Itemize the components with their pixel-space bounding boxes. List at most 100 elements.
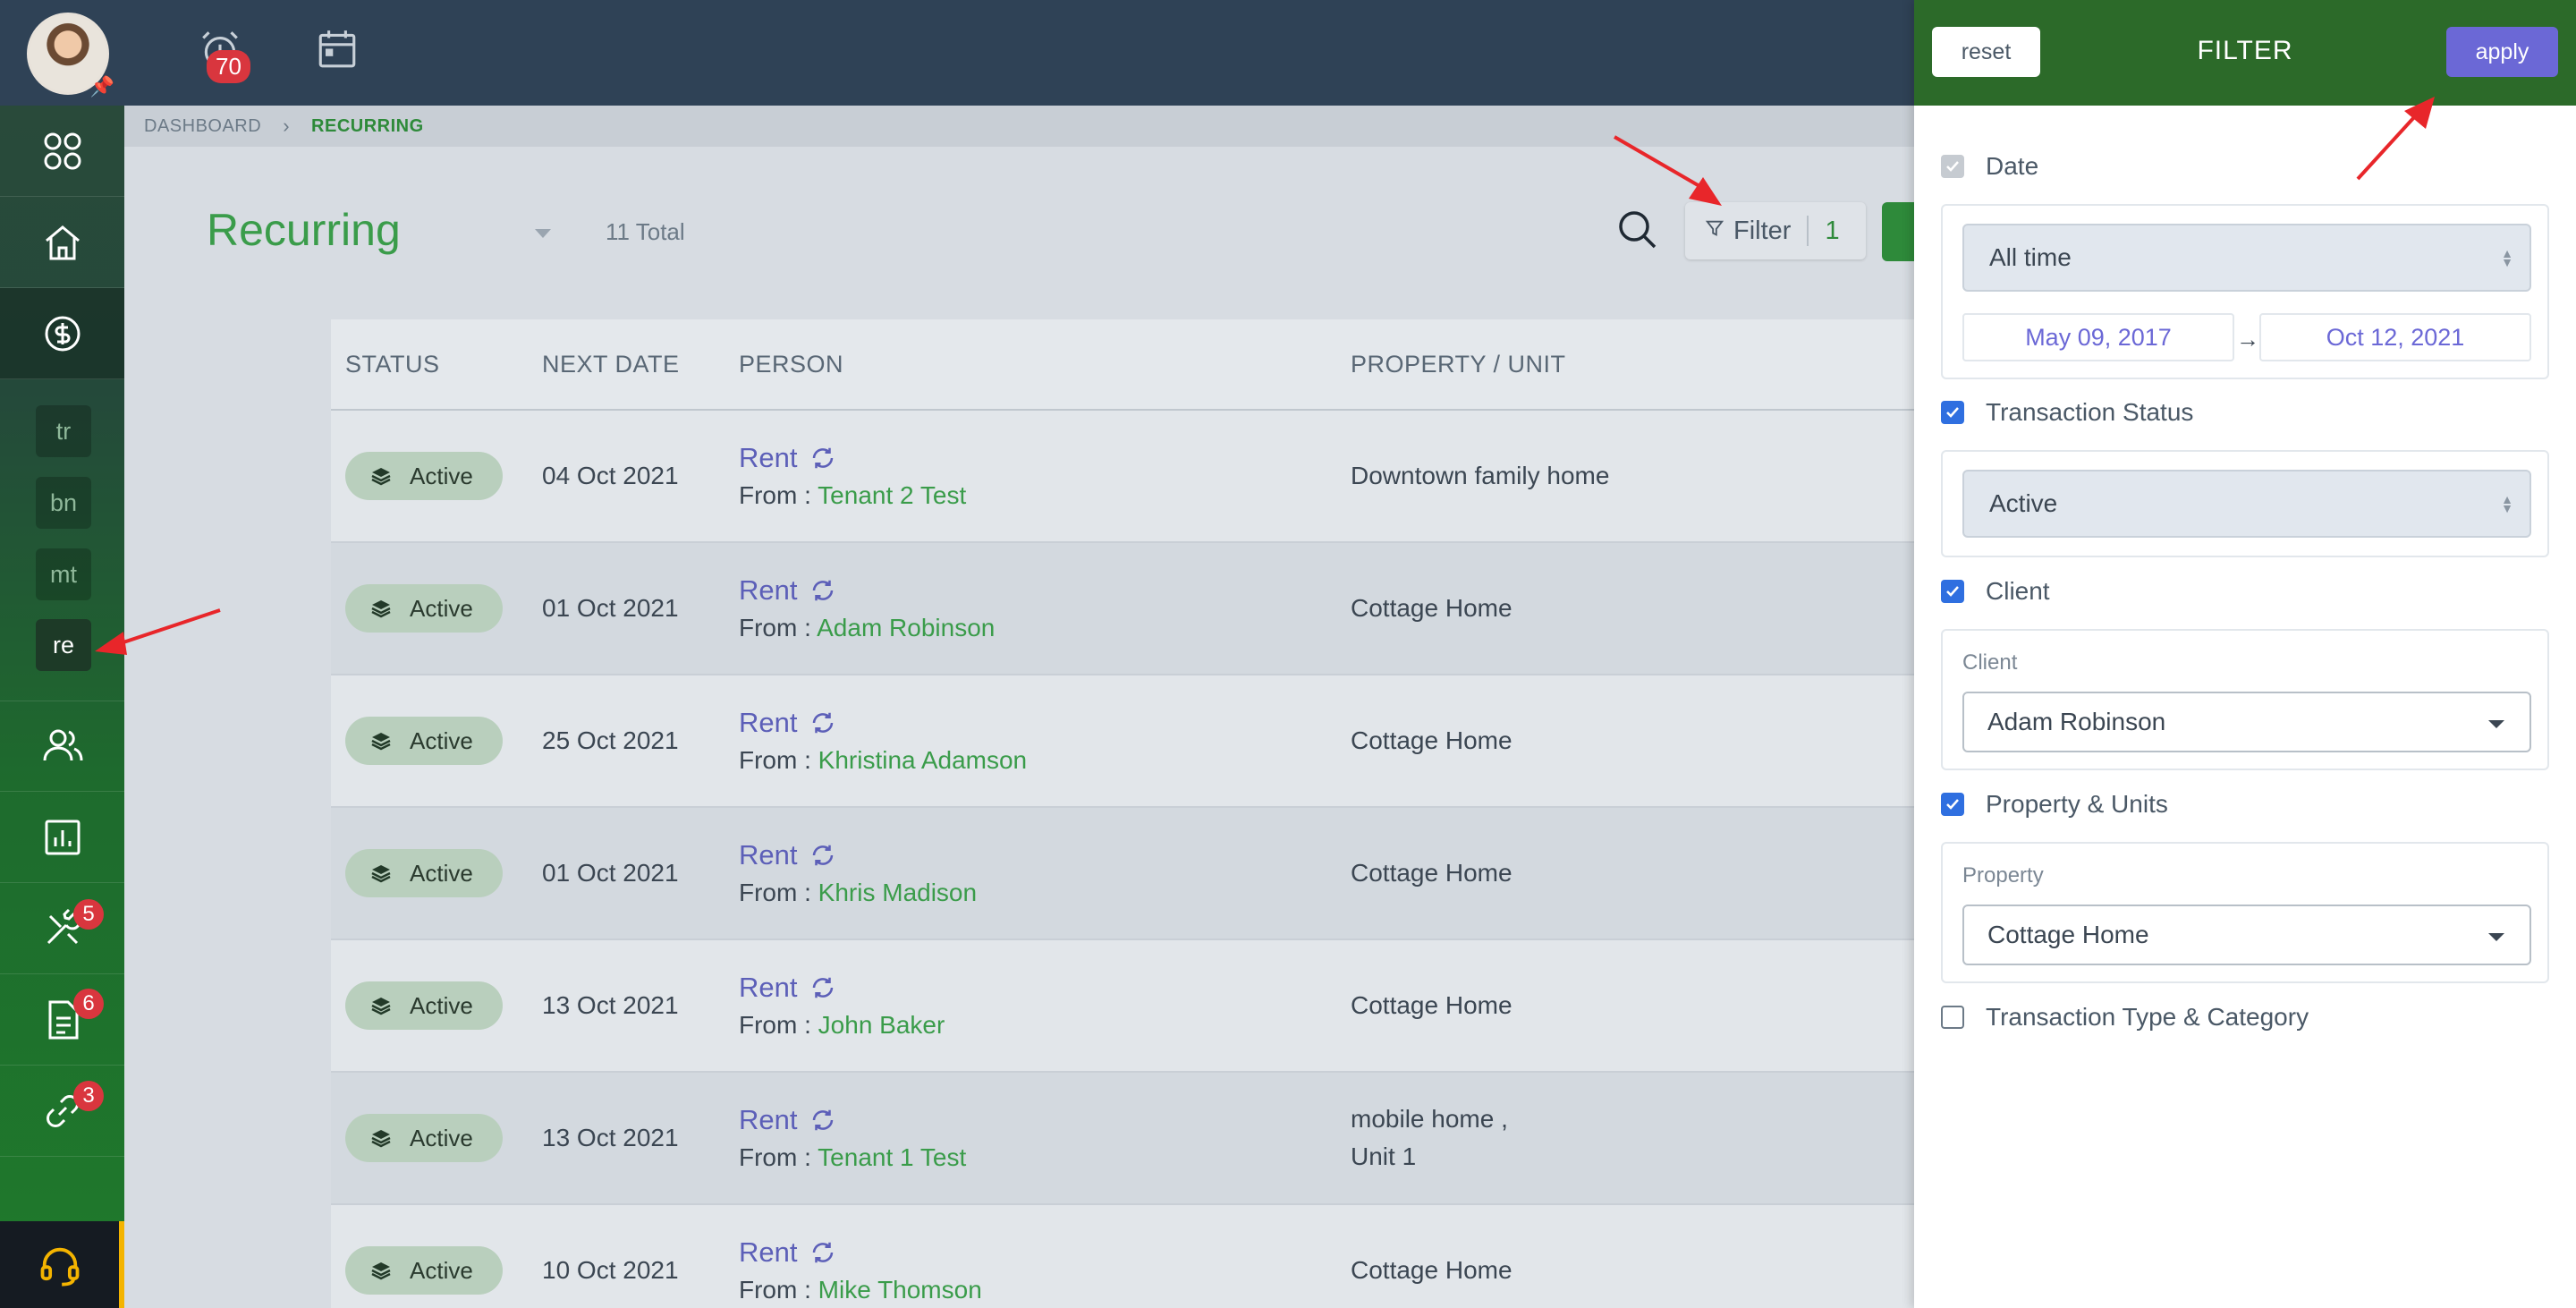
status-badge: Active [345,584,503,633]
transaction-type[interactable]: Rent [739,1236,982,1269]
person-link[interactable]: Khristina Adamson [818,746,1027,774]
person-link[interactable]: Mike Thomson [818,1276,982,1304]
layers-icon [371,1262,391,1280]
property-name: Cottage Home [1351,594,1513,622]
status-checkbox[interactable] [1941,401,1964,424]
date-checkbox[interactable] [1941,155,1964,178]
transaction-type[interactable]: Rent [739,1104,966,1136]
from-label: From : [739,614,811,641]
status-text: Active [410,726,473,754]
people-icon[interactable] [0,701,124,792]
user-avatar[interactable]: 📌 [27,13,114,98]
status-cell: Active [345,1246,503,1295]
property-filter-toggle[interactable]: Property & Units [1941,790,2168,819]
next-date: 13 Oct 2021 [542,991,679,1019]
home-icon[interactable] [0,197,124,288]
table-row[interactable]: Active 10 Oct 2021 Rent From : Mike Thom… [331,1205,1914,1308]
status-cell: Active [345,717,503,765]
table-row[interactable]: Active 25 Oct 2021 Rent From : Khristina… [331,675,1914,808]
table-row[interactable]: Active 13 Oct 2021 Rent From : Tenant 1 … [331,1073,1914,1205]
sidebar-sub-re[interactable]: re [36,619,91,671]
top-header: 70 [124,0,1914,106]
select-updown-icon: ▲ ▼ [2501,492,2513,515]
date-filter-box: All time ▲ ▼ May 09, 2017 → Oct 12, 2021 [1941,204,2549,379]
property-checkbox[interactable] [1941,793,1964,816]
property-select[interactable]: Cottage Home [1962,905,2531,965]
status-badge: Active [345,1114,503,1162]
date-range-select[interactable]: All time ▲ ▼ [1962,224,2531,292]
sidebar-sub-tr[interactable]: tr [36,405,91,457]
column-status[interactable]: STATUS [345,351,440,378]
next-date: 10 Oct 2021 [542,1256,679,1284]
person-link[interactable]: Tenant 1 Test [818,1143,966,1171]
transaction-type[interactable]: Rent [739,442,966,474]
type-checkbox[interactable] [1941,1006,1964,1029]
person-link[interactable]: Khris Madison [818,879,977,906]
sidebar-sub-bn[interactable]: bn [36,477,91,529]
apps-grid-icon[interactable] [0,106,124,197]
link-icon[interactable] [0,1066,124,1157]
person-cell: Rent From : Tenant 2 Test [739,442,966,510]
property-cell: Cottage Home [1351,854,1513,892]
transaction-type[interactable]: Rent [739,972,945,1004]
transaction-type[interactable]: Rent [739,574,995,607]
tools-icon[interactable] [0,883,124,974]
property-name: Cottage Home [1351,859,1513,887]
page-title[interactable]: Recurring [207,204,401,256]
filter-label: Filter [1733,216,1792,245]
person-link[interactable]: Adam Robinson [817,614,995,641]
search-icon[interactable] [1615,208,1658,255]
column-property-unit[interactable]: PROPERTY / UNIT [1351,351,1566,378]
transaction-type[interactable]: Rent [739,839,977,871]
from-line: From : Khris Madison [739,879,977,907]
recurring-table: STATUS NEXT DATE PERSON PROPERTY / UNIT … [331,319,1914,1308]
alarm-count-badge: 70 [207,50,250,83]
property-label: Property & Units [1986,790,2168,818]
date-filter-toggle[interactable]: Date [1941,152,2038,181]
status-select[interactable]: Active ▲ ▼ [1962,470,2531,538]
client-filter-toggle[interactable]: Client [1941,577,2050,606]
pin-icon[interactable]: 📌 [90,75,114,98]
reports-icon[interactable] [0,792,124,883]
table-row[interactable]: Active 01 Oct 2021 Rent From : Khris Mad… [331,808,1914,940]
apply-button[interactable]: apply [2446,27,2558,77]
person-link[interactable]: John Baker [818,1011,945,1039]
finance-icon[interactable] [0,288,124,379]
column-next-date[interactable]: NEXT DATE [542,351,680,378]
date-from-input[interactable]: May 09, 2017 [1962,313,2234,361]
table-row[interactable]: Active 04 Oct 2021 Rent From : Tenant 2 … [331,411,1914,543]
property-cell: Cottage Home [1351,722,1513,760]
client-sublabel: Client [1962,650,2018,675]
from-line: From : John Baker [739,1011,945,1040]
total-count: 11 Total [606,218,685,245]
client-select[interactable]: Adam Robinson [1962,692,2531,752]
funnel-icon [1705,217,1724,246]
from-label: From : [739,1276,811,1304]
support-headset-icon[interactable] [0,1221,124,1308]
status-filter-toggle[interactable]: Transaction Status [1941,398,2193,427]
add-button-partial[interactable] [1882,202,1914,261]
documents-icon[interactable] [0,974,124,1066]
documents-badge: 6 [73,989,104,1019]
title-dropdown-caret-icon[interactable] [535,229,551,238]
property-cell: Cottage Home [1351,590,1513,627]
type-filter-toggle[interactable]: Transaction Type & Category [1941,1003,2309,1032]
status-cell: Active [345,1114,503,1162]
transaction-type-label: Rent [739,839,798,871]
table-row[interactable]: Active 01 Oct 2021 Rent From : Adam Robi… [331,543,1914,675]
breadcrumb-dashboard[interactable]: DASHBOARD [144,116,261,137]
person-link[interactable]: Tenant 2 Test [818,481,966,509]
status-text: Active [410,991,473,1019]
status-text: Active [410,1256,473,1284]
table-row[interactable]: Active 13 Oct 2021 Rent From : John Bake… [331,940,1914,1073]
status-value: Active [1989,489,2058,517]
filter-button[interactable]: Filter 1 [1685,202,1866,259]
calendar-icon[interactable] [315,27,360,76]
column-person[interactable]: PERSON [739,351,843,378]
property-cell: Cottage Home [1351,1252,1513,1289]
client-checkbox[interactable] [1941,580,1964,603]
date-range-value: All time [1989,243,2072,271]
date-to-input[interactable]: Oct 12, 2021 [2259,313,2531,361]
sidebar-sub-mt[interactable]: mt [36,548,91,600]
transaction-type[interactable]: Rent [739,707,1027,739]
